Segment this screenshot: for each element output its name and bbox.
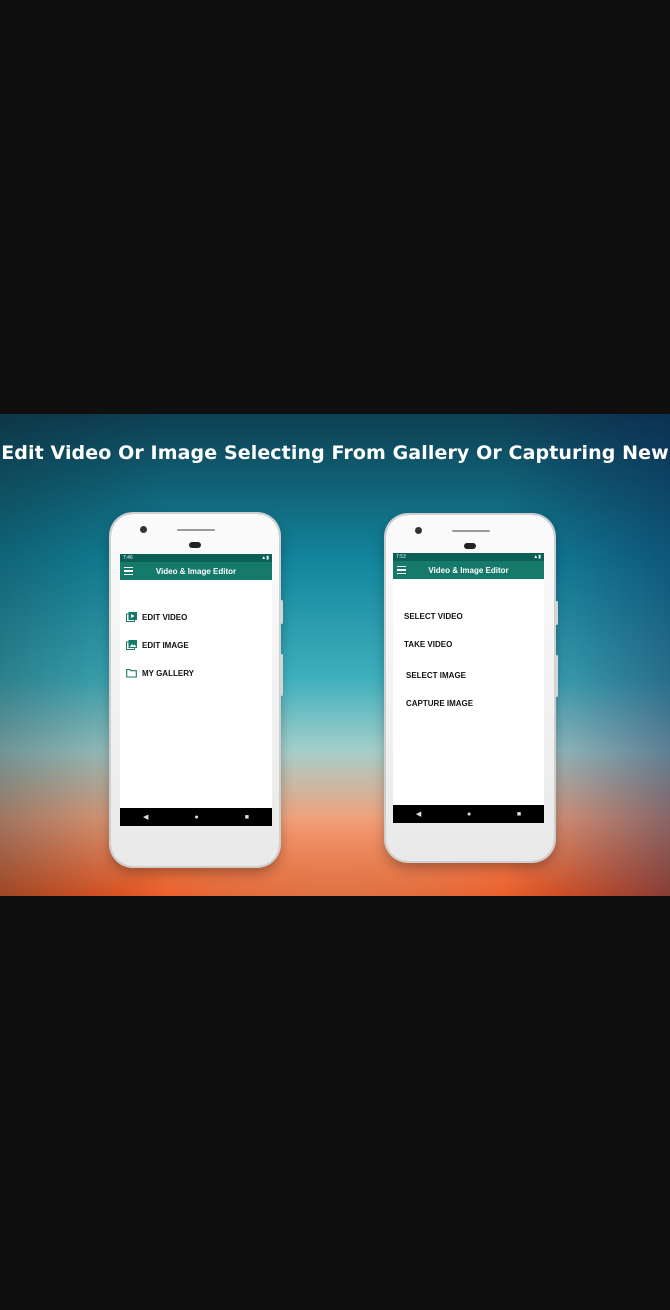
promo-banner: Edit Video Or Image Selecting From Galle… xyxy=(0,414,670,896)
menu-icon[interactable] xyxy=(124,567,133,576)
menu-item-edit-image[interactable]: EDIT IMAGE xyxy=(126,640,189,650)
phone-left: 7:46 ▲▮ Video & Image Editor EDIT VIDEO xyxy=(111,514,283,866)
power-button xyxy=(555,655,558,697)
signal-battery-icon: ▲▮ xyxy=(533,554,541,560)
back-icon[interactable]: ◀ xyxy=(416,810,421,818)
recents-icon[interactable]: ■ xyxy=(245,814,249,821)
signal-battery-icon: ▲▮ xyxy=(261,555,269,561)
back-icon[interactable]: ◀ xyxy=(143,813,148,821)
status-time: 7:46 xyxy=(123,555,133,561)
app-bar: Video & Image Editor xyxy=(393,561,544,579)
app-bar: Video & Image Editor xyxy=(120,562,272,580)
system-nav-bar: ◀ ● ■ xyxy=(393,805,544,823)
headline: Edit Video Or Image Selecting From Galle… xyxy=(1,442,669,464)
menu-item-capture-image[interactable]: CAPTURE IMAGE xyxy=(406,699,473,708)
earpiece xyxy=(452,530,490,532)
volume-button xyxy=(555,601,558,625)
sensor xyxy=(189,542,201,548)
menu-item-label: SELECT VIDEO xyxy=(404,612,463,621)
image-library-icon xyxy=(126,640,137,650)
phone-left-screen: 7:46 ▲▮ Video & Image Editor EDIT VIDEO xyxy=(120,554,272,826)
app-title: Video & Image Editor xyxy=(155,566,237,576)
menu-item-label: TAKE VIDEO xyxy=(404,640,453,649)
front-camera xyxy=(415,527,422,534)
home-icon[interactable]: ● xyxy=(194,814,198,821)
menu-item-label: SELECT IMAGE xyxy=(406,671,467,680)
menu-icon[interactable] xyxy=(397,566,406,575)
menu-item-my-gallery[interactable]: MY GALLERY xyxy=(126,668,194,678)
menu-item-label: EDIT VIDEO xyxy=(142,612,188,622)
menu-item-label: MY GALLERY xyxy=(142,668,195,678)
menu-item-label: EDIT IMAGE xyxy=(142,640,189,650)
menu-item-take-video[interactable]: TAKE VIDEO xyxy=(404,640,452,649)
menu-item-label: CAPTURE IMAGE xyxy=(406,699,474,708)
video-library-icon xyxy=(126,612,137,622)
status-bar: 7:53 ▲▮ xyxy=(393,553,544,561)
menu-item-edit-video[interactable]: EDIT VIDEO xyxy=(126,612,187,622)
folder-icon xyxy=(126,668,137,678)
app-title: Video & Image Editor xyxy=(428,565,509,575)
volume-button xyxy=(280,600,283,624)
power-button xyxy=(280,654,283,696)
phone-right-screen: 7:53 ▲▮ Video & Image Editor SELECT VIDE… xyxy=(393,553,544,823)
earpiece xyxy=(177,529,215,531)
home-icon[interactable]: ● xyxy=(467,811,471,818)
status-bar: 7:46 ▲▮ xyxy=(120,554,272,562)
front-camera xyxy=(140,526,147,533)
recents-icon[interactable]: ■ xyxy=(517,811,521,818)
status-time: 7:53 xyxy=(396,554,406,560)
sensor xyxy=(464,543,476,549)
phone-right: 7:53 ▲▮ Video & Image Editor SELECT VIDE… xyxy=(386,515,558,861)
menu-item-select-image[interactable]: SELECT IMAGE xyxy=(406,671,466,680)
system-nav-bar: ◀ ● ■ xyxy=(120,808,272,826)
menu-item-select-video[interactable]: SELECT VIDEO xyxy=(404,612,463,621)
